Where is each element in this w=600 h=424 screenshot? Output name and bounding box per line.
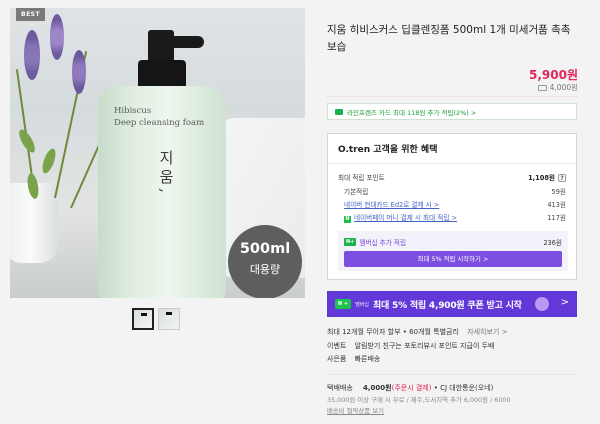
product-title: 지움 히비스커스 딥클렌징폼 500ml 1개 미세거품 촉촉 보습 bbox=[327, 24, 571, 53]
pump-nozzle bbox=[172, 36, 204, 48]
volume-label: 대용량 bbox=[249, 263, 281, 276]
npay-icon: N bbox=[344, 216, 351, 223]
thumbnail-strip bbox=[132, 308, 180, 330]
coins-icon bbox=[535, 297, 549, 311]
max-points-value: 1,108원 bbox=[528, 174, 555, 182]
delivery-fee-value: 4,000원 bbox=[549, 83, 578, 92]
product-price: 5,900원 bbox=[529, 68, 578, 82]
benefit-row-hyundai-card[interactable]: 네이버 현대카드 Ed2로 결제 시 > 413원 bbox=[344, 199, 566, 209]
thumbnail-2[interactable] bbox=[158, 308, 180, 330]
shipping-save-link[interactable]: 배송비 절약상품 보기 bbox=[327, 406, 384, 415]
help-icon[interactable]: ? bbox=[558, 174, 566, 182]
bottle-brand-mark: 지움, bbox=[157, 150, 175, 197]
benefits-title: O.tren 고객을 위한 혜택 bbox=[338, 145, 438, 155]
benefit-label[interactable]: 네이버페이 머니 결제 시 최대 적립 > bbox=[354, 214, 457, 222]
benefit-row-basic: 기본적립 59원 bbox=[344, 186, 566, 196]
thumbnail-1[interactable] bbox=[132, 308, 154, 330]
shipping-condition: 35,000원 이상 구매 시 무료 / 제주,도서지역 추가 6,000원 /… bbox=[327, 396, 511, 404]
product-page: Hibiscus Deep cleansing foam 지움, BEST 50… bbox=[0, 0, 600, 424]
membership-label: 멤버십 추가 적립 bbox=[359, 239, 407, 247]
membership-start-button[interactable]: 최대 5% 적립 시작하기 > bbox=[344, 251, 562, 267]
truck-icon bbox=[537, 84, 547, 91]
bottle-label-line1: Hibiscus bbox=[114, 106, 152, 116]
benefit-value: 117원 bbox=[547, 214, 566, 222]
benefit-row-npay-money[interactable]: N 네이버페이 머니 결제 시 최대 적립 > 117원 bbox=[344, 212, 566, 223]
installment-row: 최대 12개월 무이자 할부 • 60개월 특별금리 자세히보기 > bbox=[327, 327, 507, 337]
benefit-value: 59원 bbox=[551, 188, 566, 196]
gift-row: 사은품 빠른배송 bbox=[327, 354, 380, 364]
shipping-label: 택배배송 bbox=[327, 384, 353, 392]
card-offer-text: 라인프렌즈 카드 최대 118원 추가 적립(2%) > bbox=[347, 108, 477, 117]
max-points-row: 최대 적립 포인트 1,108원? bbox=[338, 172, 566, 182]
card-offer-banner[interactable]: 라인프렌즈 카드 최대 118원 추가 적립(2%) > bbox=[327, 103, 577, 120]
event-text: 알림받기 친구는 포토리뷰시 포인트 지급이 두배 bbox=[354, 342, 495, 350]
shipping-row: 택배배송 4,000원(주문시 결제) • CJ 대한통운(오네) bbox=[327, 383, 493, 393]
benefit-label[interactable]: 네이버 현대카드 Ed2로 결제 시 > bbox=[344, 201, 439, 209]
event-label: 이벤트 bbox=[327, 342, 347, 350]
max-points-label: 최대 적립 포인트 bbox=[338, 174, 385, 182]
product-main-image[interactable]: Hibiscus Deep cleansing foam 지움, BEST 50… bbox=[10, 8, 305, 298]
installment-text: 최대 12개월 무이자 할부 • 60개월 특별금리 bbox=[327, 328, 459, 336]
naver-plus-icon: N+ bbox=[344, 238, 357, 246]
membership-value: 236원 bbox=[543, 239, 562, 247]
membership-promo-banner[interactable]: N + 멤버십 최대 5% 적립 4,900원 쿠폰 받고 시작 > bbox=[327, 291, 577, 317]
gift-label: 사은품 bbox=[327, 355, 347, 363]
pump-head bbox=[148, 30, 174, 62]
shipping-prepaid: (주문시 결제) bbox=[391, 384, 432, 392]
benefit-value: 413원 bbox=[547, 201, 566, 209]
shipping-price: 4,000원 bbox=[363, 384, 392, 392]
installment-more-link[interactable]: 자세히보기 > bbox=[467, 328, 507, 336]
delivery-fee: 4,000원 bbox=[537, 82, 578, 93]
chevron-right-icon: > bbox=[560, 297, 569, 308]
benefit-label: 기본적립 bbox=[344, 188, 369, 196]
shipping-carrier: • CJ 대한통운(오네) bbox=[433, 384, 494, 392]
membership-tag: 멤버십 bbox=[355, 301, 369, 308]
gift-text: 빠른배송 bbox=[354, 355, 381, 363]
promo-text: 최대 5% 적립 4,900원 쿠폰 받고 시작 bbox=[372, 300, 522, 311]
event-row: 이벤트 알림받기 친구는 포토리뷰시 포인트 지급이 두배 bbox=[327, 341, 495, 351]
card-icon bbox=[335, 108, 343, 115]
benefits-panel: O.tren 고객을 위한 혜택 최대 적립 포인트 1,108원? 기본적립 … bbox=[327, 133, 577, 280]
volume-badge: 500ml 대용량 bbox=[228, 225, 302, 298]
volume-size: 500ml bbox=[239, 241, 291, 257]
bottle-label-line2: Deep cleansing foam bbox=[114, 118, 205, 128]
naver-plus-badge: N + bbox=[335, 299, 352, 309]
membership-box: N+ 멤버십 추가 적립 236원 최대 5% 적립 시작하기 > bbox=[338, 231, 568, 271]
best-badge: BEST bbox=[16, 8, 46, 21]
